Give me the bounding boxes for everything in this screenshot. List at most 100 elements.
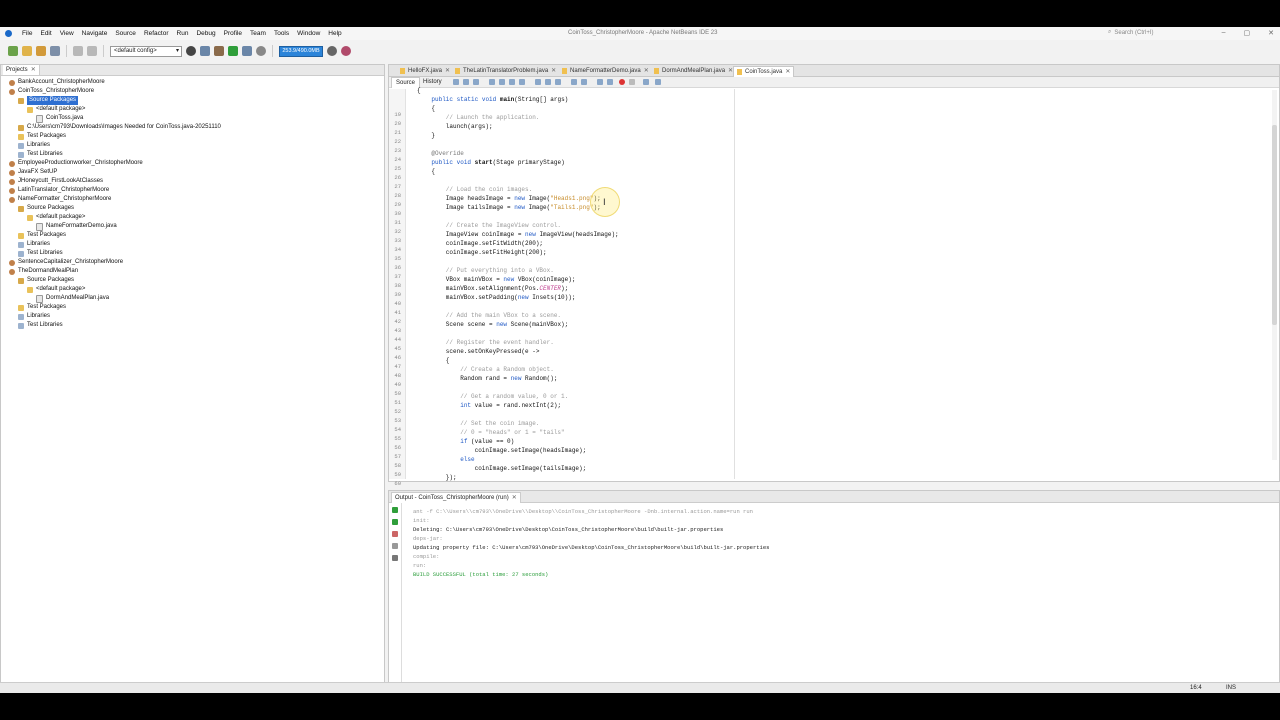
code-line[interactable]: // Create a Random object. bbox=[417, 365, 554, 374]
new-file-icon[interactable] bbox=[22, 46, 32, 56]
rerun-with-params-icon[interactable] bbox=[392, 519, 398, 525]
code-line[interactable]: if (value == 0) bbox=[417, 437, 514, 446]
menu-edit[interactable]: Edit bbox=[36, 30, 55, 37]
gc-icon[interactable] bbox=[327, 46, 337, 56]
code-line[interactable]: { bbox=[417, 167, 435, 176]
project-node[interactable]: BankAccount_ChristopherMoore bbox=[9, 78, 105, 87]
libraries-node[interactable]: Libraries bbox=[18, 312, 50, 321]
libraries-node[interactable]: Libraries bbox=[18, 141, 50, 150]
last-edit-icon[interactable] bbox=[453, 79, 459, 85]
quick-search[interactable]: ⌕ Search (Ctrl+I) bbox=[1108, 29, 1154, 36]
java-file-node[interactable]: CoinToss.java bbox=[36, 114, 83, 123]
code-line[interactable]: { bbox=[417, 104, 435, 113]
menu-window[interactable]: Window bbox=[293, 30, 324, 37]
comment-icon[interactable] bbox=[597, 79, 603, 85]
code-line[interactable]: mainVBox.setPadding(new Insets(10)); bbox=[417, 293, 576, 302]
find-next-icon[interactable] bbox=[509, 79, 515, 85]
code-line[interactable]: { bbox=[417, 86, 421, 95]
next-bookmark-icon[interactable] bbox=[545, 79, 551, 85]
project-node[interactable]: JavaFX SetUP bbox=[9, 168, 57, 177]
toggle-bookmark-icon[interactable] bbox=[555, 79, 561, 85]
code-line[interactable]: // Launch the application. bbox=[417, 113, 540, 122]
project-node[interactable]: SentenceCapitalizer_ChristopherMoore bbox=[9, 258, 123, 267]
find-icon[interactable] bbox=[489, 79, 495, 85]
test-libraries-node[interactable]: Test Libraries bbox=[18, 249, 63, 258]
source-packages-node[interactable]: Source Packages bbox=[18, 96, 79, 105]
profiler-icon[interactable] bbox=[341, 46, 351, 56]
menu-tools[interactable]: Tools bbox=[270, 30, 293, 37]
code-line[interactable]: ImageView coinImage = new ImageView(head… bbox=[417, 230, 619, 239]
code-line[interactable]: coinImage.setFitHeight(200); bbox=[417, 248, 547, 257]
close-icon[interactable]: ✕ bbox=[512, 495, 517, 501]
tab-source-view[interactable]: Source bbox=[391, 77, 421, 88]
close-icon[interactable]: ✕ bbox=[445, 66, 450, 76]
open-project-icon[interactable] bbox=[36, 46, 46, 56]
target-icon[interactable] bbox=[186, 46, 196, 56]
code-line[interactable]: // Put everything into a VBox. bbox=[417, 266, 554, 275]
menu-file[interactable]: File bbox=[18, 30, 36, 37]
menu-team[interactable]: Team bbox=[246, 30, 270, 37]
test-packages-node[interactable]: Test Packages bbox=[18, 303, 66, 312]
code-line[interactable]: mainVBox.setAlignment(Pos.CENTER); bbox=[417, 284, 568, 293]
save-all-icon[interactable] bbox=[50, 46, 60, 56]
code-line[interactable]: coinImage.setImage(tailsImage); bbox=[417, 464, 587, 473]
tab-dorm-meal-plan[interactable]: DormAndMealPlan.java ✕ bbox=[651, 66, 736, 76]
code-line[interactable]: public void start(Stage primaryStage) bbox=[417, 158, 564, 167]
record-macro-icon[interactable] bbox=[619, 79, 625, 85]
code-line[interactable]: launch(args); bbox=[417, 122, 493, 131]
code-line[interactable]: { bbox=[417, 356, 450, 365]
code-line[interactable]: // Get a random value, 0 or 1. bbox=[417, 392, 568, 401]
default-package-node[interactable]: <default package> bbox=[27, 105, 85, 114]
menu-profile[interactable]: Profile bbox=[220, 30, 246, 37]
menu-debug[interactable]: Debug bbox=[192, 30, 219, 37]
code-line[interactable]: Scene scene = new Scene(mainVBox); bbox=[417, 320, 568, 329]
clear-icon[interactable] bbox=[392, 543, 398, 549]
menu-navigate[interactable]: Navigate bbox=[78, 30, 112, 37]
project-node[interactable]: CoinToss_ChristopherMoore bbox=[9, 87, 94, 96]
undo-icon[interactable] bbox=[73, 46, 83, 56]
default-package-node[interactable]: <default package> bbox=[27, 213, 85, 222]
tab-projects[interactable]: Projects ✕ bbox=[3, 65, 40, 75]
code-line[interactable]: else bbox=[417, 455, 474, 464]
menu-refactor[interactable]: Refactor bbox=[140, 30, 173, 37]
tab-cointoss[interactable]: CoinToss.java ✕ bbox=[733, 66, 795, 77]
project-node[interactable]: LatinTranslator_ChristopherMoore bbox=[9, 186, 109, 195]
tab-history-view[interactable]: History bbox=[419, 77, 446, 87]
menu-source[interactable]: Source bbox=[111, 30, 140, 37]
stop-macro-icon[interactable] bbox=[629, 79, 635, 85]
find-prev-icon[interactable] bbox=[499, 79, 505, 85]
configuration-select[interactable]: <default config> bbox=[110, 45, 182, 57]
debug-icon[interactable] bbox=[242, 46, 252, 56]
project-node[interactable]: EmployeeProductionworker_ChristopherMoor… bbox=[9, 159, 143, 168]
code-line[interactable]: }); bbox=[417, 473, 457, 482]
close-icon[interactable]: ✕ bbox=[551, 66, 556, 76]
project-node[interactable]: TheDormandMealPlan bbox=[9, 267, 78, 276]
code-line[interactable]: Image headsImage = new Image("Heads1.png… bbox=[417, 194, 601, 203]
toggle-highlight-icon[interactable] bbox=[519, 79, 525, 85]
uncomment-icon[interactable] bbox=[607, 79, 613, 85]
code-line[interactable]: // Add the main VBox to a scene. bbox=[417, 311, 561, 320]
code-line[interactable]: VBox mainVBox = new VBox(coinImage); bbox=[417, 275, 576, 284]
menu-help[interactable]: Help bbox=[324, 30, 345, 37]
close-icon[interactable]: ✕ bbox=[31, 67, 36, 73]
code-line[interactable]: @Override bbox=[417, 149, 463, 158]
code-line[interactable]: int value = rand.nextInt(2); bbox=[417, 401, 561, 410]
project-node[interactable]: NameFormatter_ChristopherMoore bbox=[9, 195, 111, 204]
rerun-icon[interactable] bbox=[392, 507, 398, 513]
code-line[interactable]: Random rand = new Random(); bbox=[417, 374, 557, 383]
shift-left-icon[interactable] bbox=[571, 79, 577, 85]
chart-icon[interactable] bbox=[655, 79, 661, 85]
settings-icon[interactable] bbox=[392, 555, 398, 561]
code-line[interactable]: public static void main(String[] args) bbox=[417, 95, 568, 104]
memory-indicator[interactable]: 253.9/490.0MB bbox=[279, 45, 323, 57]
tab-hellofx[interactable]: HelloFX.java ✕ bbox=[397, 66, 453, 76]
shift-right-icon[interactable] bbox=[581, 79, 587, 85]
test-packages-node[interactable]: Test Packages bbox=[18, 231, 66, 240]
code-line[interactable]: // Set the coin image. bbox=[417, 419, 539, 428]
code-line[interactable]: coinImage.setImage(headsImage); bbox=[417, 446, 587, 455]
tab-name-formatter[interactable]: NameFormatterDemo.java ✕ bbox=[559, 66, 652, 76]
prev-bookmark-icon[interactable] bbox=[535, 79, 541, 85]
run-icon[interactable] bbox=[228, 46, 238, 56]
image-folder-node[interactable]: C:\Users\cm793\Downloads\Images Needed f… bbox=[18, 123, 221, 132]
source-packages-node[interactable]: Source Packages bbox=[18, 276, 74, 285]
